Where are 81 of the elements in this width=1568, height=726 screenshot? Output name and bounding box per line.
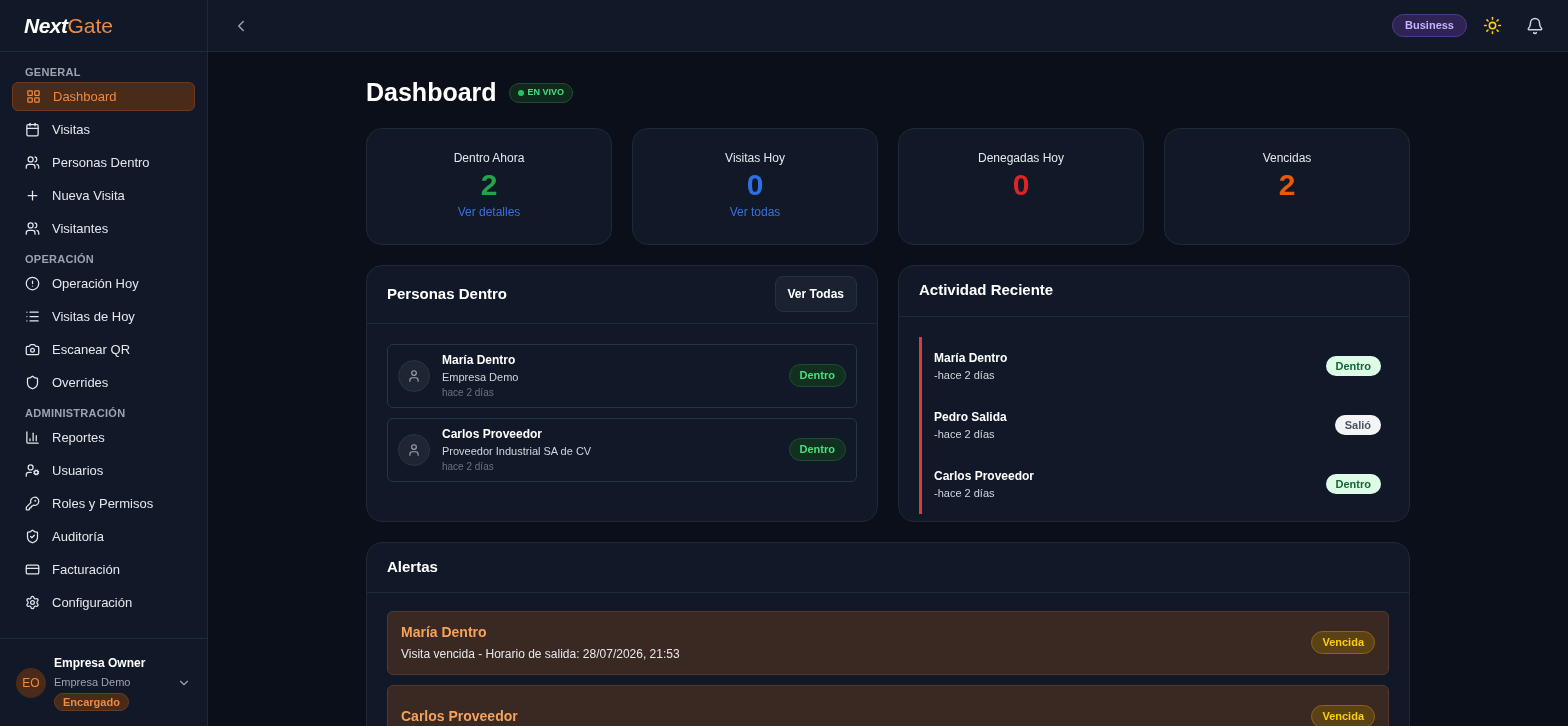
person-name: María Dentro [442, 351, 516, 369]
activity-name: María Dentro [934, 349, 1008, 367]
view-all-button[interactable]: Ver Todas [774, 276, 857, 312]
expired-badge: Vencida [1311, 705, 1375, 726]
person-time: hace 2 días [442, 386, 494, 401]
sidebar-item[interactable]: Auditoría [12, 522, 195, 551]
sidebar-item[interactable]: Operación Hoy [12, 269, 195, 298]
notifications-icon[interactable] [1526, 16, 1544, 35]
stat-label: Dentro Ahora [453, 149, 525, 167]
person-avatar [398, 359, 430, 392]
sidebar-item[interactable]: Overrides [12, 368, 195, 397]
status-badge: Dentro [1325, 355, 1381, 377]
stat-link[interactable]: Ver todas [729, 202, 781, 221]
sidebar-item[interactable]: Visitas de Hoy [12, 302, 195, 331]
activity-time: -hace 2 días [934, 426, 995, 442]
credit-card-icon [25, 562, 40, 577]
stat-value: 0 [1012, 166, 1030, 203]
status-badge: Dentro [1325, 473, 1381, 495]
shield-check-icon [25, 529, 40, 544]
alert-name: Carlos Proveedor [401, 707, 518, 726]
user-company: Empresa Demo [54, 675, 131, 690]
activity-name: Pedro Salida [934, 408, 1007, 426]
panel-title: Personas Dentro [387, 283, 508, 304]
user-gear-icon [25, 463, 40, 478]
list-icon [25, 309, 40, 324]
stat-label: Visitas Hoy [725, 149, 785, 167]
page-title: Dashboard [366, 77, 497, 108]
sidebar-item[interactable]: Usuarios [12, 456, 195, 485]
role-badge: Encargado [54, 692, 129, 711]
sun-icon[interactable] [1483, 16, 1502, 35]
sidebar-item[interactable]: Visitantes [12, 214, 195, 243]
activity-name: Carlos Proveedor [934, 467, 1035, 485]
grid-icon [26, 89, 41, 104]
alert-circle-icon [25, 276, 40, 291]
person-time: hace 2 días [442, 460, 494, 475]
plan-badge: Business [1392, 14, 1467, 37]
stat-value: 2 [480, 166, 498, 203]
user-name: Empresa Owner [54, 655, 146, 672]
person-avatar [398, 433, 430, 466]
stat-label: Denegadas Hoy [977, 149, 1065, 167]
camera-icon [25, 342, 40, 357]
person-company: Empresa Demo [442, 369, 519, 385]
section-heading: ADMINISTRACIÓN [24, 406, 127, 421]
stat-value: 0 [746, 166, 764, 203]
sidebar-item[interactable]: Facturación [12, 555, 195, 584]
panel-title: Alertas [387, 556, 438, 577]
person-name: Carlos Proveedor [442, 425, 543, 443]
activity-time: -hace 2 días [934, 485, 995, 501]
section-heading: GENERAL [24, 65, 82, 80]
status-badge: Dentro [788, 364, 846, 387]
sidebar-item[interactable]: Personas Dentro [12, 148, 195, 177]
panel-title: Actividad Reciente [919, 280, 1054, 301]
expired-badge: Vencida [1311, 631, 1375, 654]
users-icon [25, 155, 40, 170]
status-badge: Salió [1334, 414, 1381, 436]
status-badge: Dentro [788, 438, 846, 461]
stat-value: 2 [1278, 166, 1296, 203]
sidebar-item[interactable]: Roles y Permisos [12, 489, 195, 518]
sidebar-item[interactable]: Nueva Visita [12, 181, 195, 210]
user-avatar: EO [16, 667, 46, 698]
person-company: Proveedor Industrial SA de CV [442, 443, 592, 459]
users-icon [25, 221, 40, 236]
settings-icon [25, 595, 40, 610]
alert-detail: Visita vencida - Horario de salida: 28/07/2026, 21:53 [401, 646, 680, 663]
calendar-icon [25, 122, 40, 137]
sidebar-item[interactable]: Dashboard [12, 82, 195, 111]
stat-link[interactable]: Ver detalles [457, 202, 521, 221]
sidebar-item[interactable]: Visitas [12, 115, 195, 144]
shield-icon [25, 375, 40, 390]
bar-chart-icon [25, 430, 40, 445]
live-badge: EN VIVO [508, 83, 574, 103]
alert-name: María Dentro [401, 623, 487, 642]
brand-logo: NextGate [24, 12, 113, 39]
sidebar-item[interactable]: Reportes [12, 423, 195, 452]
stat-label: Vencidas [1262, 149, 1312, 167]
activity-time: -hace 2 días [934, 367, 995, 383]
section-heading: OPERACIÓN [24, 252, 96, 267]
plus-icon [25, 188, 40, 203]
key-icon [25, 496, 40, 511]
sidebar-item[interactable]: Escanear QR [12, 335, 195, 364]
sidebar-item[interactable]: Configuración [12, 588, 195, 617]
